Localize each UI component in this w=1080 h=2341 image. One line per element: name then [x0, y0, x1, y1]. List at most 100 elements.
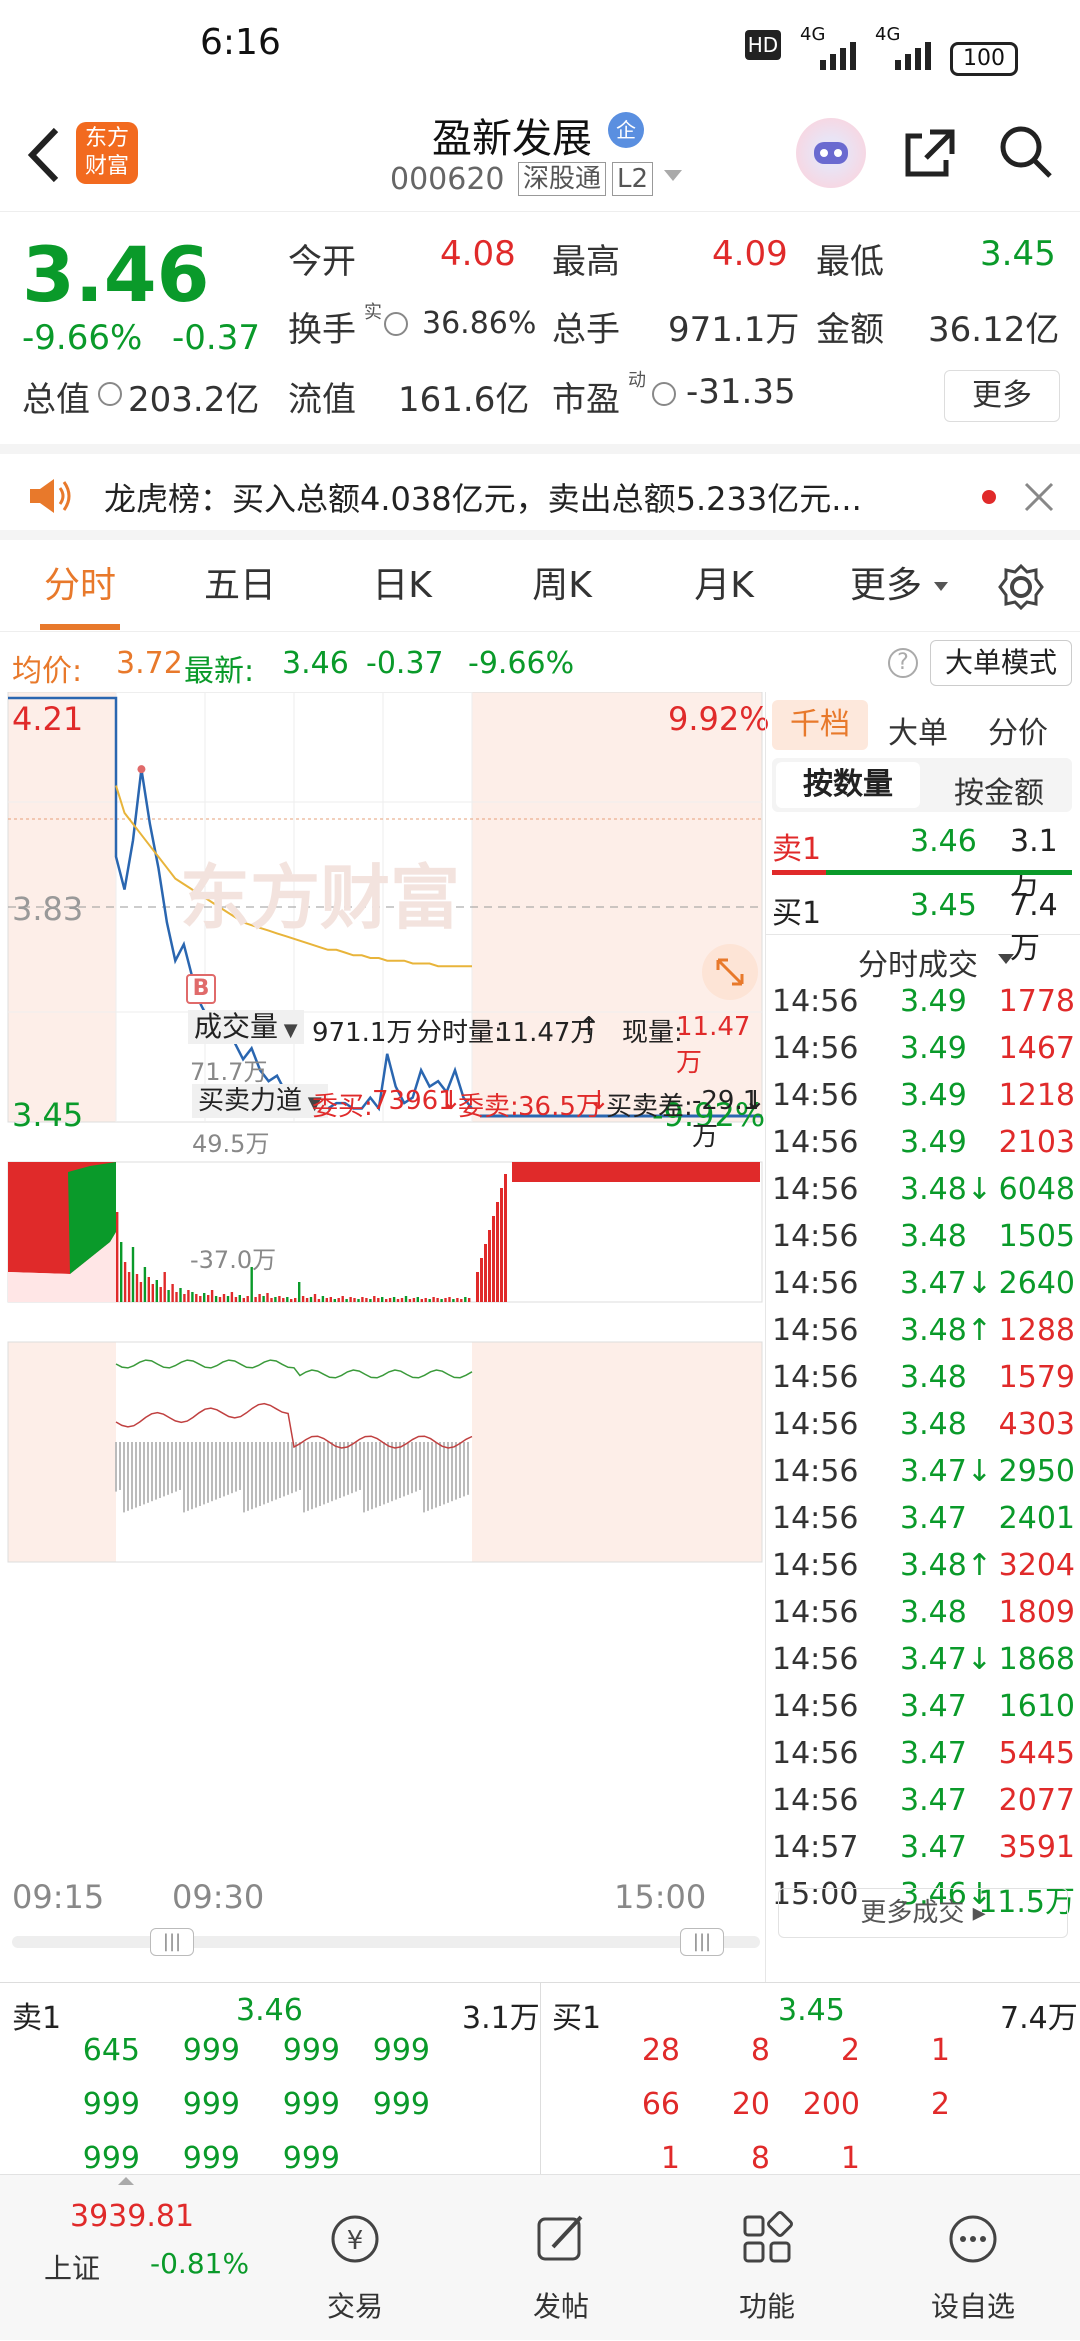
- volume-total: 971.1万: [312, 1018, 413, 1048]
- intraday-chart[interactable]: 东方财富 4.21 3.83 3.45 9.92% -9.92% B 成交量 ▼…: [0, 691, 770, 1982]
- volume-bar: [424, 1298, 427, 1302]
- tab-more[interactable]: 更多: [836, 540, 936, 632]
- volume-bar: [171, 1284, 174, 1302]
- more-trades-button[interactable]: 更多成交 ▸: [778, 1888, 1068, 1938]
- avg-label: 均价:: [12, 654, 83, 689]
- nav-functions[interactable]: 功能: [692, 2175, 842, 2341]
- subtab-by-quantity[interactable]: 按数量: [776, 762, 920, 808]
- closing-volume-bar: [484, 1244, 487, 1302]
- trade-time: 14:57: [772, 1830, 859, 1865]
- volume-bar: [329, 1297, 332, 1302]
- tab-five-day[interactable]: 五日: [180, 540, 300, 632]
- volume-bar: [191, 1292, 194, 1302]
- book-sell-qty: 999: [182, 2087, 240, 2122]
- nav-post[interactable]: 发帖: [486, 2175, 636, 2341]
- trades-title[interactable]: 分时成交: [858, 940, 978, 984]
- turnover-info-icon[interactable]: [384, 312, 408, 336]
- book-sell-qty: 999: [372, 2033, 430, 2068]
- volume-bar: [262, 1296, 265, 1302]
- trade-row: 14:56 3.49 2103: [766, 1125, 1080, 1172]
- tab-intraday[interactable]: 分时: [20, 540, 140, 632]
- range-scrollbar[interactable]: [12, 1936, 760, 1948]
- range-handle-left[interactable]: |||: [150, 1928, 194, 1956]
- index-value[interactable]: 3939.81: [70, 2199, 194, 2234]
- tab-big-orders[interactable]: 大单: [888, 708, 948, 752]
- gear-icon[interactable]: [998, 563, 1044, 611]
- tab-monthly-k[interactable]: 月K: [664, 540, 784, 632]
- volume-bar: [120, 1242, 123, 1302]
- force-indicator-selector[interactable]: 买卖力道 ▼: [192, 1084, 328, 1118]
- share-icon[interactable]: [900, 122, 960, 182]
- change-amount: -0.37: [172, 318, 260, 358]
- subtab-by-amount[interactable]: 按金额: [934, 768, 1064, 812]
- trade-price: 3.47↓: [900, 1454, 992, 1489]
- logo-line-2: 财富: [84, 154, 129, 179]
- pe-label: 市盈: [552, 380, 620, 420]
- buy-marker-icon[interactable]: B: [186, 974, 216, 1004]
- volume-bar: [179, 1288, 182, 1302]
- help-icon[interactable]: ?: [888, 648, 918, 678]
- volume-bar: [420, 1299, 423, 1302]
- volume-bar: [353, 1298, 356, 1302]
- diff-down-icon: ↓: [744, 1086, 766, 1116]
- volume-bar: [183, 1294, 186, 1302]
- more-dropdown-icon[interactable]: [934, 582, 948, 591]
- volume-bar: [373, 1296, 376, 1302]
- trade-price: 3.49: [900, 1125, 967, 1160]
- book-sell-qty: 999: [282, 2087, 340, 2122]
- nav-trade[interactable]: ¥ 交易: [280, 2175, 430, 2341]
- trade-price: 3.49: [900, 984, 967, 1019]
- volume-max-label: 71.7万: [190, 1058, 268, 1086]
- volume-bar: [254, 1297, 257, 1302]
- volume-bar: [127, 1272, 131, 1302]
- pe-value: -31.35: [686, 372, 796, 412]
- volume-bar: [155, 1280, 158, 1302]
- volume-bar: [238, 1295, 241, 1302]
- volume-bar: [290, 1299, 293, 1302]
- high-value: 4.09: [712, 234, 788, 274]
- trade-price: 3.48↑: [900, 1313, 992, 1348]
- trade-price: 3.47: [900, 1830, 967, 1865]
- nav-watchlist[interactable]: 设自选: [898, 2175, 1048, 2341]
- tab-daily-k[interactable]: 日K: [342, 540, 462, 632]
- big-order-mode-button[interactable]: 大单模式: [930, 640, 1072, 686]
- volume-bar: [440, 1299, 443, 1302]
- index-expand-icon[interactable]: [118, 2177, 134, 2185]
- app-logo[interactable]: 东方 财富: [76, 122, 138, 184]
- volume-bar: [131, 1247, 135, 1302]
- level-dropdown-icon[interactable]: [664, 170, 682, 181]
- robot-avatar-icon[interactable]: [796, 118, 866, 188]
- tab-weekly-k[interactable]: 周K: [502, 540, 622, 632]
- back-icon[interactable]: [18, 120, 68, 190]
- trade-price: 3.47: [900, 1501, 967, 1536]
- tab-price-distribution[interactable]: 分价: [988, 708, 1048, 752]
- close-icon[interactable]: [1022, 480, 1056, 514]
- trade-price: 3.48: [900, 1407, 967, 1442]
- pct-top-label: 9.92%: [668, 700, 770, 738]
- closing-volume-bar: [500, 1188, 503, 1302]
- range-handle-right[interactable]: |||: [680, 1928, 724, 1956]
- nav-watchlist-label: 设自选: [930, 2290, 1015, 2323]
- volume-bar: [195, 1294, 198, 1302]
- high-dot: [137, 765, 146, 774]
- trade-time: 14:56: [772, 1125, 859, 1160]
- volume-bar: [159, 1287, 162, 1302]
- more-button[interactable]: 更多: [944, 370, 1060, 422]
- trade-row: 14:56 3.48↑ 1288: [766, 1313, 1080, 1360]
- volume-bar: [377, 1298, 380, 1302]
- side-panel: 千档 大单 分价 按数量 按金额 卖1 3.46 3.1万 买1 3.45 7.…: [765, 692, 1080, 1982]
- volume-bar: [116, 1212, 119, 1302]
- volume-indicator-selector[interactable]: 成交量 ▼: [188, 1010, 304, 1044]
- trade-volume: 1868: [998, 1642, 1075, 1677]
- search-icon[interactable]: [996, 122, 1056, 182]
- dragon-tiger-notice[interactable]: 龙虎榜：买入总额4.038亿元，卖出总额5.233亿元...: [0, 444, 1080, 540]
- volume-bar: [428, 1299, 431, 1302]
- expand-icon[interactable]: [700, 942, 760, 1002]
- trade-time: 14:56: [772, 1548, 859, 1583]
- mcap-info-icon[interactable]: [98, 382, 122, 406]
- pe-info-icon[interactable]: [652, 382, 676, 406]
- bottom-nav: 3939.81 上证 -0.81% ¥ 交易 发帖 功能 设自选: [0, 2174, 1080, 2340]
- volume-bar: [246, 1296, 249, 1302]
- tab-thousand-levels[interactable]: 千档: [772, 700, 868, 750]
- trades-dropdown-icon[interactable]: [998, 954, 1014, 964]
